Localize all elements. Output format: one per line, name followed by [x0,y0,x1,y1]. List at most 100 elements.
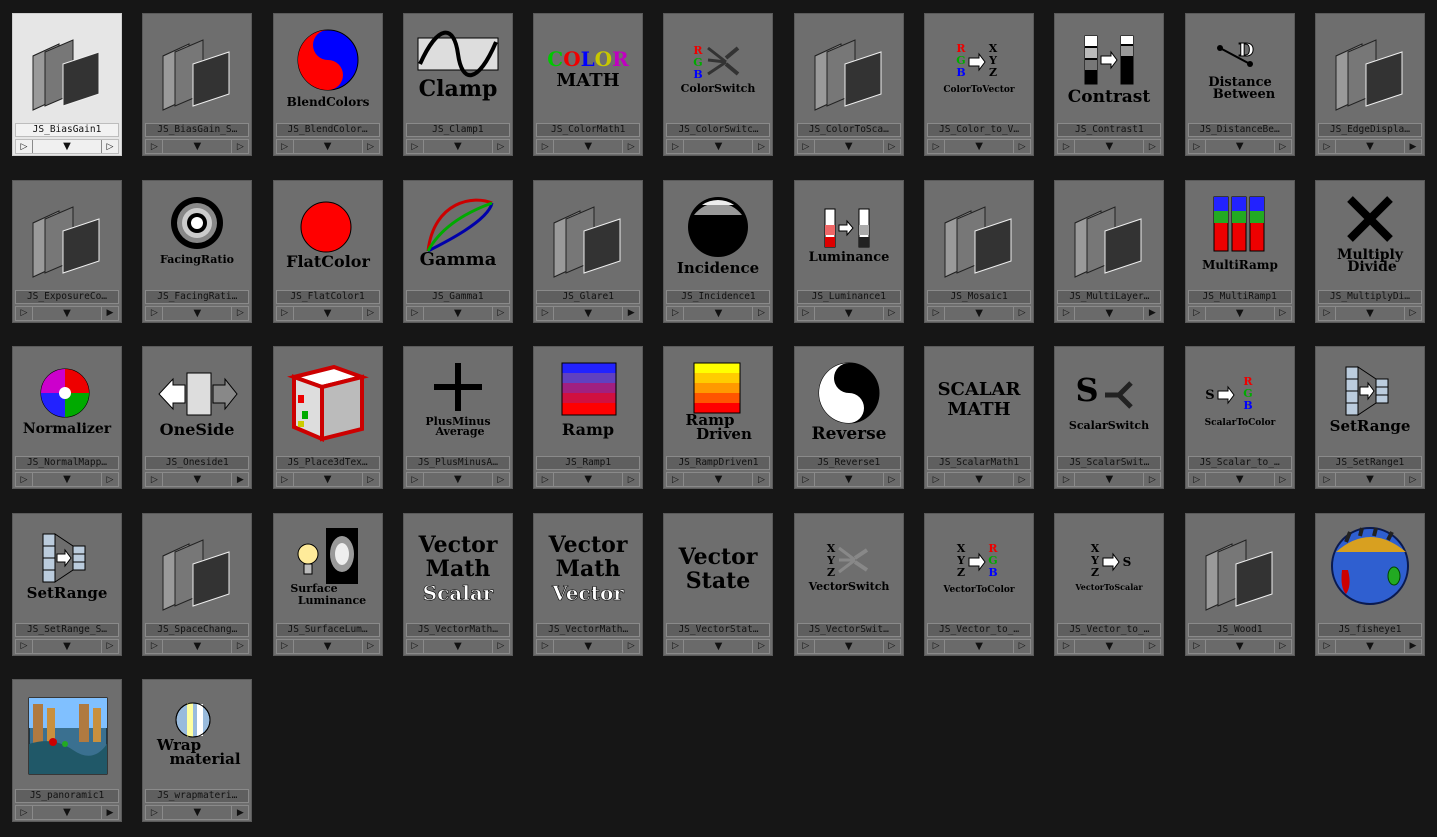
output-port-icon[interactable]: ▷ [752,140,769,153]
input-port-icon[interactable]: ▷ [1319,473,1336,487]
output-port-icon[interactable]: ▷ [882,306,900,320]
node-name-label[interactable]: JS_fisheye1 [1317,622,1422,637]
output-port-icon[interactable]: ▷ [1273,140,1291,153]
node-name-label[interactable]: JS_VectorSwit… [796,622,901,637]
output-port-connected-icon[interactable]: ▶ [101,306,118,320]
input-port-icon[interactable]: ▷ [537,306,555,320]
output-port-connected-icon[interactable]: ▶ [1403,140,1421,153]
shader-node-tile[interactable]: JS_Wood1 ▷ ▼ ▷ [1184,512,1295,656]
shader-node-tile[interactable]: R G B ColorSwitch JS_ColorSwitc… ▷ ▼ ▷ [663,13,774,156]
node-menu-dropdown-icon[interactable]: ▼ [1206,473,1274,486]
input-port-icon[interactable]: ▷ [928,140,946,153]
shader-node-tile[interactable]: Surface Luminance JS_SurfaceLum… ▷ ▼ ▷ [272,512,383,656]
node-menu-dropdown-icon[interactable]: ▼ [554,640,622,653]
node-name-label[interactable]: JS_DistanceBe… [1187,123,1292,137]
shader-node-tile[interactable]: JS_Mosaic1 ▷ ▼ ▷ [924,179,1035,323]
shader-node-tile[interactable]: Ramp Driven JS_RampDriven1 ▷ ▼ ▷ [663,346,774,490]
node-menu-dropdown-icon[interactable]: ▼ [815,640,883,653]
shader-node-tile[interactable]: PlusMinus Average JS_PlusMinusA… ▷ ▼ ▷ [402,346,513,490]
node-name-label[interactable]: JS_BiasGain1 [15,123,119,137]
output-port-icon[interactable]: ▷ [1143,639,1160,653]
node-menu-dropdown-icon[interactable]: ▼ [424,307,492,320]
node-menu-dropdown-icon[interactable]: ▼ [33,806,101,819]
node-menu-dropdown-icon[interactable]: ▼ [1206,640,1274,653]
node-name-label[interactable]: JS_Ramp1 [536,456,641,471]
node-menu-dropdown-icon[interactable]: ▼ [1075,640,1143,653]
node-name-label[interactable]: JS_Oneside1 [145,456,250,471]
shader-node-tile[interactable]: Vector Math Vector JS_VectorMath… ▷ ▼ ▷ [533,512,644,656]
node-menu-dropdown-icon[interactable]: ▼ [294,640,362,653]
shader-node-tile[interactable]: SCALAR MATH JS_ScalarMath1 ▷ ▼ ▷ [924,346,1035,490]
node-name-label[interactable]: JS_SpaceChang… [145,622,250,637]
node-menu-dropdown-icon[interactable]: ▼ [163,806,231,819]
input-port-icon[interactable]: ▷ [1319,639,1336,653]
shader-node-tile[interactable]: Ramp JS_Ramp1 ▷ ▼ ▷ [533,346,644,490]
shader-node-tile[interactable]: JS_EdgeDispla… ▷ ▼ ▶ [1314,13,1425,156]
node-menu-dropdown-icon[interactable]: ▼ [163,640,231,653]
input-port-icon[interactable]: ▷ [798,306,815,320]
node-name-label[interactable]: JS_SurfaceLum… [275,622,380,637]
output-port-icon[interactable]: ▷ [231,140,248,153]
input-port-icon[interactable]: ▷ [928,639,946,653]
input-port-icon[interactable]: ▷ [1189,473,1206,487]
node-menu-dropdown-icon[interactable]: ▼ [424,140,492,153]
node-name-label[interactable]: JS_Gamma1 [405,289,510,304]
output-port-icon[interactable]: ▷ [1013,639,1030,653]
node-name-label[interactable]: JS_NormalMapp… [15,456,119,471]
node-menu-dropdown-icon[interactable]: ▼ [294,307,362,320]
output-port-icon[interactable]: ▷ [752,473,769,487]
node-menu-dropdown-icon[interactable]: ▼ [1206,307,1274,320]
input-port-icon[interactable]: ▷ [407,473,424,487]
shader-node-tile[interactable]: SetRange JS_SetRange_S… ▷ ▼ ▷ [12,512,122,656]
node-name-label[interactable]: JS_MultiplyDi… [1317,289,1422,304]
node-name-label[interactable]: JS_ColorToSca… [796,123,901,137]
shader-node-tile[interactable]: MultiRamp JS_MultiRamp1 ▷ ▼ ▷ [1184,179,1295,323]
shader-node-tile[interactable]: S ScalarSwitch JS_ScalarSwit… ▷ ▼ ▷ [1054,346,1165,490]
input-port-icon[interactable]: ▷ [537,639,555,653]
node-menu-dropdown-icon[interactable]: ▼ [945,640,1013,653]
input-port-icon[interactable]: ▷ [16,306,33,320]
shader-node-tile[interactable]: D Distance Between JS_DistanceBe… ▷ ▼ ▷ [1184,13,1295,156]
node-name-label[interactable]: JS_MultiRamp1 [1187,289,1292,304]
node-menu-dropdown-icon[interactable]: ▼ [945,140,1013,153]
input-port-icon[interactable]: ▷ [667,140,685,153]
input-port-icon[interactable]: ▷ [1189,306,1206,320]
node-menu-dropdown-icon[interactable]: ▼ [1336,307,1404,320]
node-name-label[interactable]: JS_ExposureCo… [15,289,119,304]
node-name-label[interactable]: JS_FlatColor1 [275,289,380,304]
shader-node-tile[interactable]: Incidence JS_Incidence1 ▷ ▼ ▷ [663,179,774,323]
node-menu-dropdown-icon[interactable]: ▼ [815,307,883,320]
output-port-connected-icon[interactable]: ▶ [231,806,248,820]
output-port-icon[interactable]: ▷ [752,306,769,320]
output-port-icon[interactable]: ▷ [882,473,900,487]
shader-node-tile[interactable]: JS_fisheye1 ▷ ▼ ▶ [1314,512,1425,656]
node-name-label[interactable]: JS_BlendColor… [275,123,380,137]
node-menu-dropdown-icon[interactable]: ▼ [1206,140,1274,153]
node-menu-dropdown-icon[interactable]: ▼ [684,640,752,653]
node-menu-dropdown-icon[interactable]: ▼ [294,140,362,153]
output-port-icon[interactable]: ▷ [882,639,900,653]
output-port-icon[interactable]: ▷ [1273,306,1291,320]
shader-node-tile[interactable]: JS_Glare1 ▷ ▼ ▶ [533,179,644,323]
shader-node-tile[interactable]: JS_ExposureCo… ▷ ▼ ▶ [12,179,122,323]
input-port-icon[interactable]: ▷ [1319,306,1336,320]
output-port-icon[interactable]: ▷ [101,140,118,153]
shader-node-tile[interactable]: R G B X Y Z ColorToVector JS_Color_to_V…… [924,13,1035,156]
output-port-icon[interactable]: ▷ [1403,473,1421,487]
output-port-icon[interactable]: ▷ [1143,140,1160,153]
node-name-label[interactable]: JS_Mosaic1 [927,289,1032,304]
node-name-label[interactable]: JS_FacingRati… [145,289,250,304]
input-port-icon[interactable]: ▷ [146,639,164,653]
node-name-label[interactable]: JS_VectorMath… [536,622,641,637]
node-menu-dropdown-icon[interactable]: ▼ [554,307,622,320]
shader-node-tile[interactable]: X Y Z R G B VectorToColor JS_Vector_to_…… [924,512,1035,656]
shader-node-tile[interactable]: Vector Math Scalar JS_VectorMath… ▷ ▼ ▷ [402,512,513,656]
shader-node-tile[interactable]: Clamp JS_Clamp1 ▷ ▼ ▷ [402,13,513,156]
output-port-icon[interactable]: ▷ [361,306,379,320]
node-name-label[interactable]: JS_panoramic1 [15,789,119,804]
output-port-icon[interactable]: ▷ [1273,473,1291,487]
node-name-label[interactable]: JS_Vector_to_… [1057,622,1162,637]
shader-node-tile[interactable]: Wrap material JS_wrapmateri… ▷ ▼ ▶ [142,679,253,823]
input-port-icon[interactable]: ▷ [928,306,946,320]
node-name-label[interactable]: JS_EdgeDispla… [1317,123,1422,137]
